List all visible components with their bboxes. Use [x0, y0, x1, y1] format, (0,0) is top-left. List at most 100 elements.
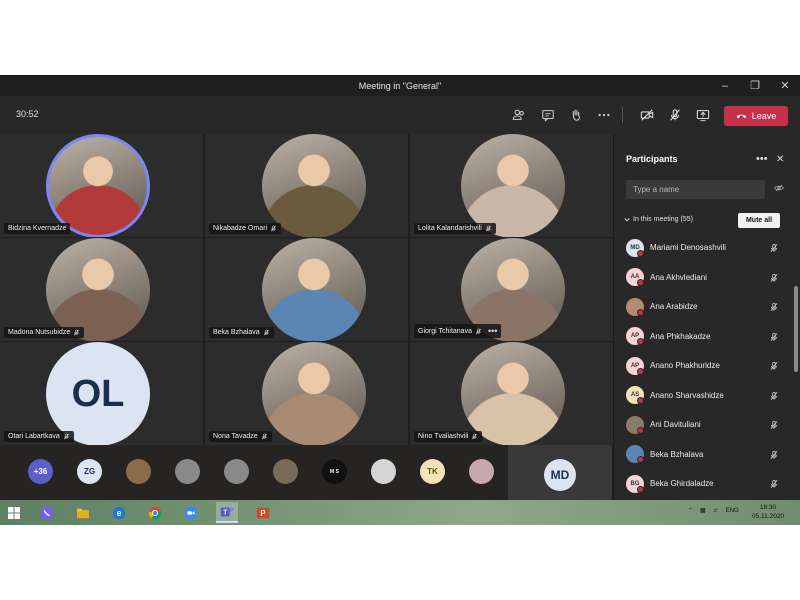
strip-participant-avatar[interactable] [273, 459, 298, 484]
participant-search-input[interactable] [626, 180, 765, 199]
clock-time: 18:30 [759, 504, 777, 511]
mute-all-button[interactable]: Mute all [738, 213, 780, 228]
close-window-icon[interactable]: ✕ [770, 75, 800, 97]
participant-mic-off-icon[interactable] [769, 273, 779, 283]
panel-more-icon[interactable]: ••• [756, 153, 768, 165]
eye-icon[interactable] [774, 184, 784, 192]
panel-scrollbar[interactable] [794, 286, 798, 372]
zoom-icon[interactable] [180, 502, 202, 523]
teams-window: Meeting in "General" – ❐ ✕ 30:52 Leave B… [0, 75, 800, 525]
participant-video-avatar [46, 238, 150, 341]
participant-video-avatar [262, 134, 366, 237]
participant-row[interactable]: AP Anano Phakhuridze [614, 351, 792, 381]
panel-title: Participants [626, 154, 678, 164]
overflow-count-badge[interactable]: +36 [28, 459, 53, 484]
presence-status-icon [637, 249, 644, 257]
video-tile[interactable]: Nona Tavadze [205, 342, 408, 445]
participant-row[interactable]: MD Mariami Denosashvili [614, 233, 792, 263]
strip-participant-avatar[interactable] [371, 459, 396, 484]
participant-row[interactable]: AA Ana Akhvlediani [614, 263, 792, 293]
participant-avatar [626, 297, 644, 316]
participant-name-tag: Beka Bzhalava [209, 327, 274, 338]
strip-participant-avatar[interactable]: TK [420, 459, 445, 484]
viber-icon[interactable] [36, 502, 58, 523]
strip-participant-avatar[interactable] [126, 459, 151, 484]
participant-name: Giorgi Tchitanava [418, 327, 472, 335]
participant-avatar: MD [626, 238, 644, 257]
participant-mic-off-icon[interactable] [769, 420, 779, 430]
video-tile[interactable]: Beka Bzhalava [205, 238, 408, 341]
participant-row[interactable]: AP Ana Phkhakadze [614, 322, 792, 352]
participant-avatar [626, 415, 644, 434]
strip-participant-avatar[interactable] [224, 459, 249, 484]
strip-participant-avatar[interactable]: ZG [77, 459, 102, 484]
tray-chevron-icon[interactable]: ⌃ [688, 507, 693, 514]
participant-mic-off-icon[interactable] [769, 450, 779, 460]
participant-name-tag: Nona Tavadze [209, 431, 272, 442]
windows-start-icon[interactable] [3, 502, 25, 523]
raise-hand-icon[interactable] [565, 105, 587, 125]
participant-mic-off-icon[interactable] [769, 243, 779, 253]
chat-icon[interactable] [537, 105, 559, 125]
self-avatar: MD [544, 459, 576, 491]
participant-mic-off-icon[interactable] [769, 361, 779, 371]
network-icon[interactable]: ▩ [700, 507, 706, 514]
participant-name-tag: Lolita Kalandarishvili [414, 223, 496, 234]
participant-row[interactable]: Ana Arabidze [614, 292, 792, 322]
window-controls: – ❐ ✕ [710, 75, 800, 97]
participant-mic-off-icon[interactable] [769, 479, 779, 489]
participant-mic-off-icon[interactable] [769, 391, 779, 401]
taskbar-clock[interactable]: 18:30 05.11.2020 [752, 503, 784, 521]
panel-close-icon[interactable]: ✕ [776, 154, 784, 165]
edge-browser-icon[interactable]: e [108, 502, 130, 523]
mic-off-icon[interactable] [664, 105, 686, 125]
participant-name: Nona Tavadze [213, 433, 258, 440]
svg-text:P: P [260, 509, 265, 518]
clock-date: 05.11.2020 [752, 513, 785, 520]
participant-row[interactable]: Beka Bzhalava [614, 440, 792, 470]
leave-button[interactable]: Leave [724, 106, 788, 126]
share-screen-icon[interactable] [692, 105, 714, 125]
video-tile[interactable]: Bidzina Kvernadze [0, 134, 203, 237]
chrome-icon[interactable] [144, 502, 166, 523]
participant-mic-off-icon[interactable] [769, 332, 779, 342]
hang-up-icon [736, 114, 747, 119]
participant-row[interactable]: BG Beka Ghirdaladze [614, 469, 792, 499]
strip-participant-avatar[interactable] [175, 459, 200, 484]
keyboard-language[interactable]: ENG [726, 508, 739, 514]
video-tile[interactable]: Lolita Kalandarishvili [410, 134, 613, 237]
participant-row[interactable]: Ani Davituliani [614, 410, 792, 440]
tile-more-icon[interactable]: ••• [488, 326, 497, 336]
camera-off-icon[interactable] [636, 105, 658, 125]
presence-status-icon [637, 308, 644, 316]
video-tile[interactable]: Nikabadze Omari [205, 134, 408, 237]
participant-list-name: Ana Akhvlediani [650, 272, 707, 282]
video-tile[interactable]: Madona Nutsubidze [0, 238, 203, 341]
file-explorer-icon[interactable] [72, 502, 94, 523]
video-tile[interactable]: Giorgi Tchitanava ••• [410, 238, 613, 341]
muted-mic-icon [476, 328, 481, 334]
participant-list-name: Ana Arabidze [650, 302, 698, 312]
powerpoint-icon[interactable]: P [252, 502, 274, 523]
teams-app-icon[interactable]: T [216, 502, 238, 523]
svg-text:T: T [223, 509, 228, 516]
meeting-toolbar: 30:52 Leave [0, 97, 800, 134]
volume-icon[interactable]: ♬ [713, 508, 719, 514]
presence-status-icon [637, 426, 644, 434]
more-actions-icon[interactable] [593, 105, 615, 125]
restore-icon[interactable]: ❐ [740, 75, 770, 97]
participant-avatar: AP [626, 356, 644, 375]
video-tile[interactable]: OL Otari Labartkava [0, 342, 203, 445]
participant-name: Beka Bzhalava [213, 329, 260, 336]
show-participants-icon[interactable] [508, 105, 530, 125]
strip-participant-avatar[interactable]: M S [322, 459, 347, 484]
strip-participant-avatar[interactable] [469, 459, 494, 484]
participant-avatar: AS [626, 386, 644, 405]
minimize-icon[interactable]: – [710, 75, 740, 97]
participant-mic-off-icon[interactable] [769, 302, 779, 312]
participant-row[interactable]: AS Anano Sharvashidze [614, 381, 792, 411]
in-meeting-section-header[interactable]: In this meeting (55) [624, 216, 693, 223]
participant-list: MD Mariami Denosashvili AA Ana Akhvlediani A… [614, 233, 792, 499]
title-bar: Meeting in "General" – ❐ ✕ [0, 75, 800, 97]
video-tile[interactable]: Nino Tvaliashvili [410, 342, 613, 445]
